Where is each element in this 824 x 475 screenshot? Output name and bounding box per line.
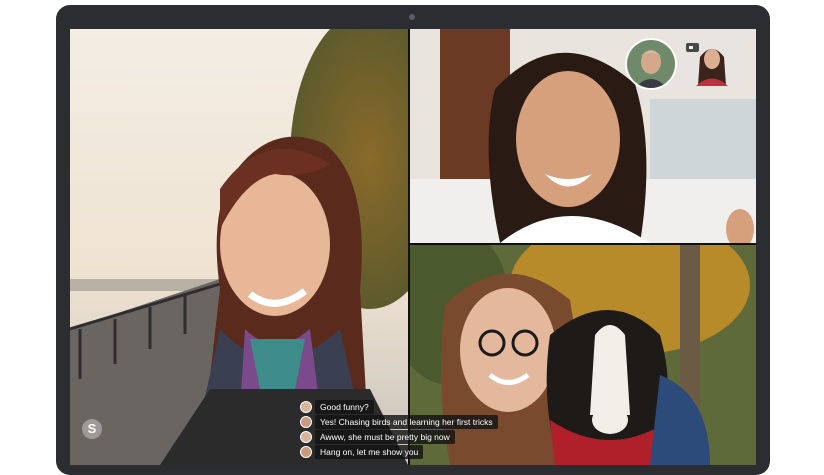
speaker-avatar-icon xyxy=(300,401,312,413)
speaker-avatar-icon xyxy=(300,431,312,443)
camera-icon xyxy=(686,43,699,52)
speaker-avatar-icon xyxy=(300,446,312,458)
speaker-avatar-icon xyxy=(300,416,312,428)
self-view-preview[interactable] xyxy=(682,39,742,86)
caption-line: Hang on, let me show you xyxy=(300,445,498,459)
avatar-thumbnail-icon xyxy=(627,40,675,88)
webcam-dot xyxy=(409,14,415,20)
caption-text: Yes! Chasing birds and learning her firs… xyxy=(315,415,498,429)
skype-logo-icon: S xyxy=(82,419,102,439)
caption-line: Yes! Chasing birds and learning her firs… xyxy=(300,415,498,429)
caption-line: Good funny? xyxy=(300,400,498,414)
participant-thumbnail-round[interactable] xyxy=(625,38,677,90)
video-call-screen: S Good funny? Yes! Chasing birds and lea… xyxy=(70,29,756,465)
caption-text: Hang on, let me show you xyxy=(315,445,424,459)
caption-line: Awww, she must be pretty big now xyxy=(300,430,498,444)
live-captions: Good funny? Yes! Chasing birds and learn… xyxy=(300,400,498,459)
caption-text: Awww, she must be pretty big now xyxy=(315,430,455,444)
laptop-frame: S Good funny? Yes! Chasing birds and lea… xyxy=(56,5,770,475)
caption-text: Good funny? xyxy=(315,400,374,414)
